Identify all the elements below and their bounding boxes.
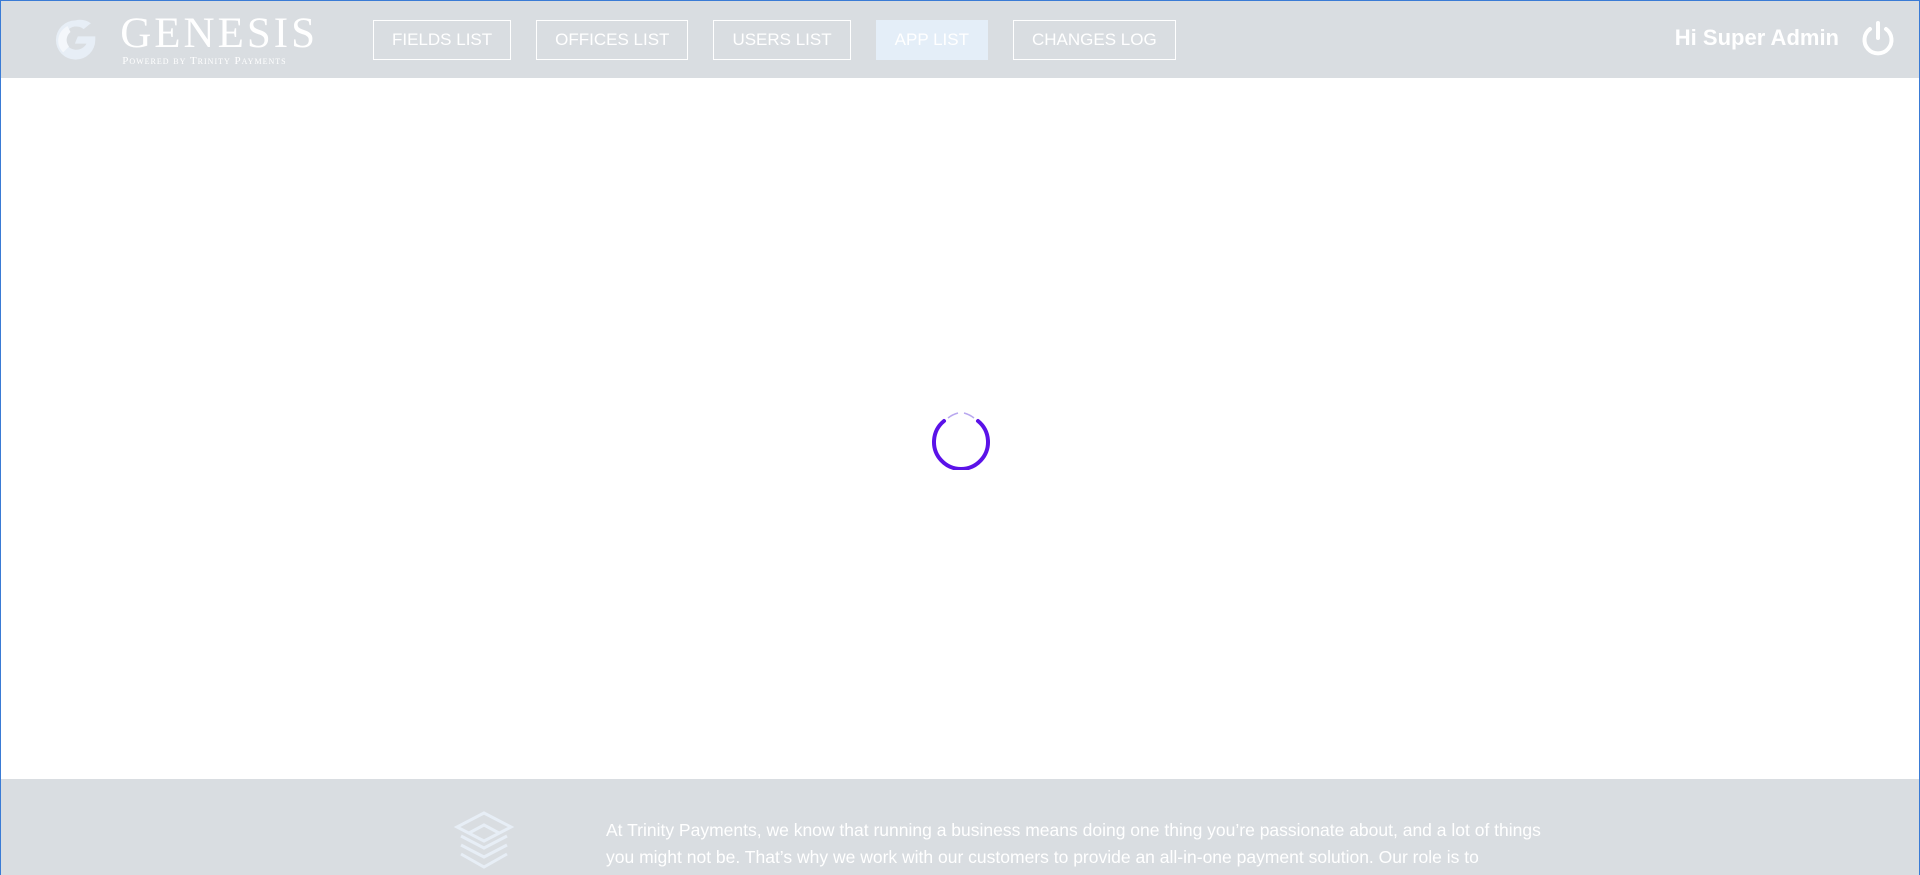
user-greeting: Hi Super Admin: [1674, 25, 1839, 50]
top-navigation-bar: GENESIS Powered by Trinity Payments FIEL…: [1, 1, 1919, 78]
main-nav: FIELDS LIST OFFICES LIST USERS LIST APP …: [373, 20, 1176, 60]
layers-logo-icon: [453, 811, 515, 869]
nav-app-list-button[interactable]: APP LIST: [875, 20, 988, 60]
nav-fields-list-button[interactable]: FIELDS LIST: [373, 20, 512, 60]
footer-about-text: At Trinity Payments, we know that runnin…: [606, 820, 1541, 867]
brand-tagline: Powered by Trinity Payments: [122, 54, 287, 67]
footer: At Trinity Payments, we know that runnin…: [1, 779, 1919, 875]
nav-users-list-button[interactable]: USERS LIST: [713, 20, 851, 60]
brand-name: GENESIS: [120, 9, 318, 57]
nav-offices-list-button[interactable]: OFFICES LIST: [536, 20, 689, 60]
genesis-logo[interactable]: GENESIS Powered by Trinity Payments: [53, 9, 318, 71]
nav-changes-log-button[interactable]: CHANGES LOG: [1012, 20, 1176, 60]
power-logout-icon[interactable]: [1859, 20, 1897, 58]
loading-spinner-icon: [932, 412, 990, 470]
genesis-g-logo-icon: [55, 19, 96, 60]
